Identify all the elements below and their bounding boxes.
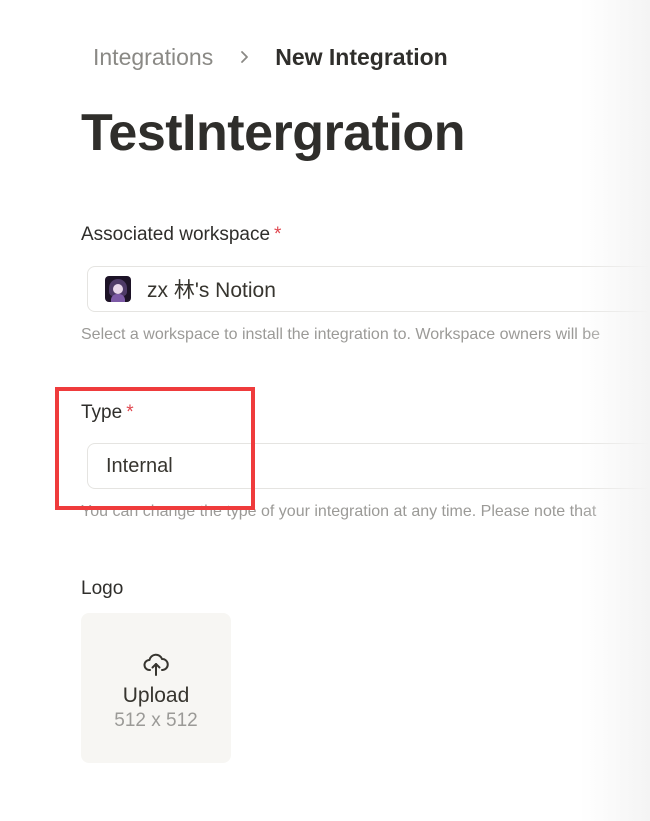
logo-label: Logo (81, 578, 124, 599)
upload-size-hint: 512 x 512 (114, 710, 198, 731)
type-selected-value: Internal (106, 454, 173, 477)
workspace-help-text: Select a workspace to install the integr… (81, 326, 601, 343)
type-help-text: You can change the type of your integrat… (81, 503, 597, 520)
type-select[interactable]: Internal (87, 443, 650, 489)
integration-title[interactable]: TestIntergration (81, 103, 465, 163)
workspace-name: zx 林's Notion (147, 279, 276, 302)
type-label: Type * (81, 402, 134, 424)
breadcrumb-integrations-link[interactable]: Integrations (93, 44, 213, 71)
cloud-upload-icon (142, 650, 170, 678)
required-star: * (274, 224, 282, 245)
breadcrumb: Integrations New Integration (93, 40, 448, 74)
workspace-label-text: Associated workspace (81, 224, 271, 245)
required-star: * (126, 402, 134, 423)
right-edge-shadow (580, 0, 650, 821)
chevron-right-icon (213, 49, 275, 65)
breadcrumb-current-page: New Integration (275, 43, 448, 70)
upload-label: Upload (122, 684, 190, 707)
integration-settings-page: Integrations New Integration TestIntergr… (0, 0, 650, 821)
logo-upload-button[interactable]: Upload 512 x 512 (81, 613, 231, 763)
workspace-select[interactable]: zx 林's Notion (87, 266, 650, 312)
workspace-label: Associated workspace * (81, 224, 281, 246)
workspace-avatar-icon (105, 276, 131, 302)
type-label-text: Type (81, 402, 123, 423)
